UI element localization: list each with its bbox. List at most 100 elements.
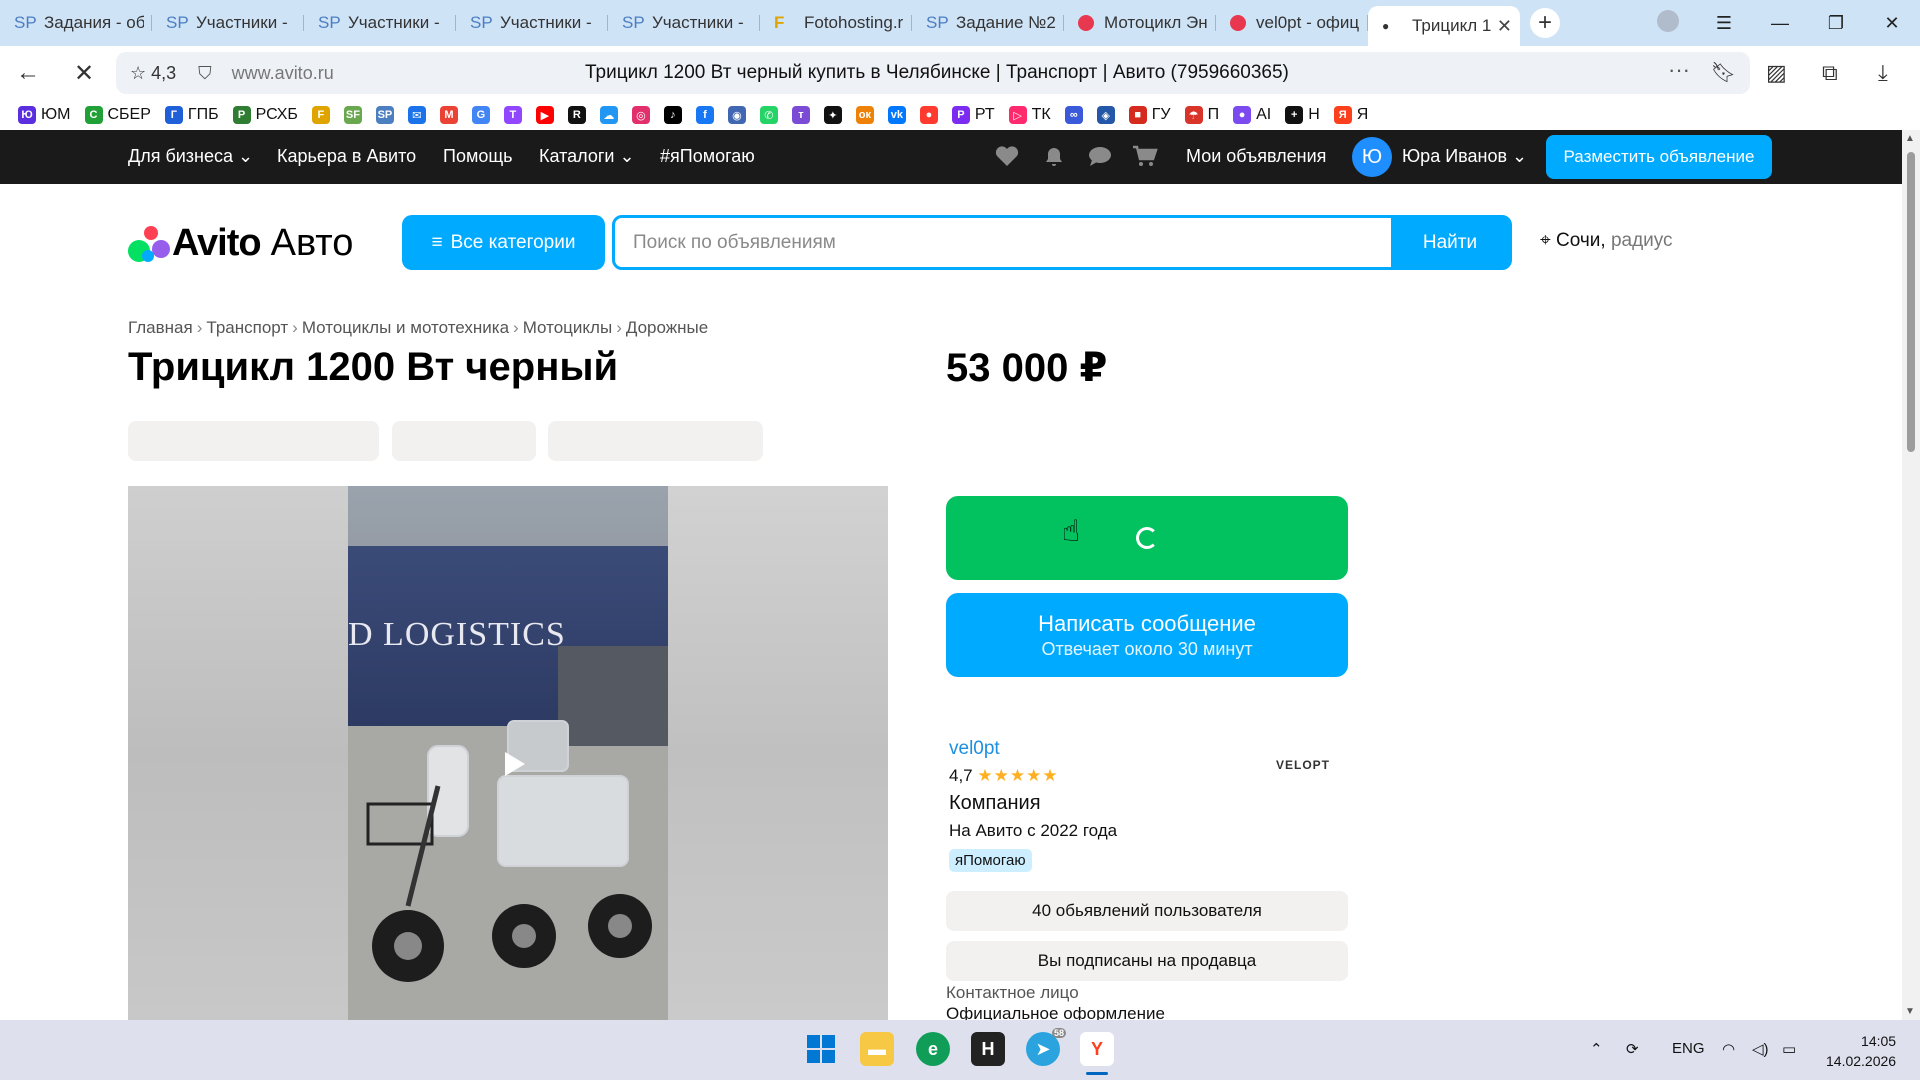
wifi-icon[interactable]: ◠	[1722, 1040, 1735, 1058]
bookmark-item[interactable]: ●	[919, 106, 938, 124]
ihelp-badge[interactable]: яПомогаю	[949, 849, 1032, 872]
seller-name[interactable]: vel0pt	[949, 738, 1117, 760]
browser-tab[interactable]: vel0pt - офиц	[1216, 6, 1368, 40]
bookmark-item[interactable]: ▷ ТК	[1008, 106, 1051, 124]
breadcrumb-item[interactable]: Дорожные	[626, 318, 708, 337]
bookmark-item[interactable]: ЯЯ	[1333, 106, 1368, 124]
seller-logo[interactable]: VELOPT	[1270, 740, 1336, 790]
gallery-icon[interactable]: ▨	[1766, 46, 1787, 100]
location-selector[interactable]: ⌖ Сочи, радиус	[1540, 230, 1673, 252]
bookmark-item[interactable]: ☂ П	[1184, 106, 1219, 124]
system-clock[interactable]: 14:05 14.02.2026	[1826, 1031, 1896, 1071]
post-ad-button[interactable]: Разместить объявление	[1546, 135, 1772, 179]
search-button[interactable]: Найти	[1391, 215, 1509, 270]
bookmark-item[interactable]: ☁	[599, 106, 618, 124]
browser-tab[interactable]: SP Участники -	[608, 6, 760, 40]
bookmark-item[interactable]: F	[311, 106, 330, 124]
avatar[interactable]: Ю	[1352, 137, 1392, 177]
yandex-browser-icon[interactable]: Y	[1080, 1032, 1114, 1066]
windows-start-icon[interactable]	[804, 1032, 838, 1066]
edge-browser-icon[interactable]: e	[916, 1032, 950, 1066]
bookmark-item[interactable]: Г ГПБ	[164, 106, 219, 124]
download-icon[interactable]: ⤓	[1878, 46, 1888, 100]
bookmark-item[interactable]: т	[791, 106, 810, 124]
menu-icon[interactable]: ☰	[1696, 13, 1752, 34]
nav-help[interactable]: Помощь	[443, 146, 513, 167]
scroll-down-arrow-icon[interactable]: ▼	[1905, 1006, 1915, 1017]
battery-icon[interactable]: ▭	[1782, 1040, 1796, 1058]
browser-tab[interactable]: SP Участники -	[152, 6, 304, 40]
bookmark-item[interactable]: ок	[855, 106, 874, 124]
bookmark-item[interactable]: T	[503, 106, 522, 124]
bookmark-icon[interactable]: 🔖︎	[1711, 60, 1736, 85]
bookmark-item[interactable]: ✦	[823, 106, 842, 124]
bookmark-item[interactable]: ■ ГУ	[1128, 106, 1171, 124]
browser-tab[interactable]: SP Задание №2	[912, 6, 1064, 40]
url-domain[interactable]: www.avito.ru	[232, 63, 334, 84]
bookmark-item[interactable]: С СБЕР	[84, 106, 151, 124]
seller-rating[interactable]: 4,7 ★★★★★	[949, 766, 1117, 786]
breadcrumb-item[interactable]: Мотоциклы	[523, 318, 612, 337]
tray-expand-icon[interactable]: ⌃	[1590, 1040, 1603, 1058]
language-indicator[interactable]: ENG	[1672, 1040, 1705, 1057]
restore-button[interactable]: ❐	[1808, 13, 1864, 34]
seller-ads-button[interactable]: 40 обьявлений пользователя	[946, 891, 1348, 931]
bookmark-item[interactable]: P РТ	[951, 106, 995, 124]
bookmark-item[interactable]: ▶	[535, 106, 554, 124]
back-button[interactable]: ←	[0, 59, 56, 87]
page-scrollbar[interactable]: ▲ ▼	[1902, 130, 1920, 1020]
bookmark-item[interactable]: G	[471, 106, 490, 124]
stop-loading-button[interactable]: ✕	[56, 59, 112, 88]
bookmark-item[interactable]: Р РСХБ	[232, 106, 298, 124]
nav-for-business[interactable]: Для бизнеса ⌄	[128, 146, 253, 167]
bookmark-item[interactable]: ♪	[663, 106, 682, 124]
avito-auto-logo[interactable]: Avito Авто	[128, 222, 353, 265]
browser-tab[interactable]: SP Участники -	[304, 6, 456, 40]
breadcrumb-item[interactable]: Мотоциклы и мототехника	[302, 318, 509, 337]
bookmark-item[interactable]: ✆	[759, 106, 778, 124]
new-tab-button[interactable]: +	[1530, 8, 1560, 38]
breadcrumb-item[interactable]: Главная	[128, 318, 193, 337]
extensions-icon[interactable]: ⧉	[1822, 46, 1838, 100]
breadcrumb-item[interactable]: Транспорт	[206, 318, 288, 337]
cart-icon[interactable]	[1132, 144, 1158, 168]
scrollbar-thumb[interactable]	[1907, 152, 1915, 452]
listing-video-preview[interactable]: D LOGISTICS	[348, 486, 668, 1020]
close-tab-icon[interactable]: ✕	[1497, 16, 1512, 37]
bookmark-item[interactable]: ◈	[1096, 106, 1115, 124]
sync-icon[interactable]: ⟳	[1626, 1040, 1639, 1058]
close-window-button[interactable]: ✕	[1864, 13, 1920, 34]
nav-ihelp[interactable]: #яПомогаю	[660, 146, 755, 167]
app-h-icon[interactable]: H	[971, 1032, 1005, 1066]
search-input[interactable]	[633, 230, 1373, 256]
profile-button[interactable]	[1640, 9, 1696, 37]
bookmark-item[interactable]: SP	[375, 106, 394, 124]
file-explorer-icon[interactable]: ▬	[860, 1032, 894, 1066]
bookmark-item[interactable]: ◎	[631, 106, 650, 124]
bookmark-item[interactable]: ● AI	[1233, 106, 1271, 124]
bookmark-item[interactable]: f	[695, 106, 714, 124]
all-categories-button[interactable]: ≡ Все категории	[402, 215, 605, 270]
more-icon[interactable]: ···	[1668, 57, 1690, 83]
bookmark-item[interactable]: ✉	[407, 106, 426, 124]
bookmark-item[interactable]: SF	[343, 106, 362, 124]
messages-icon[interactable]	[1087, 144, 1113, 168]
bookmark-item[interactable]: Ю ЮМ	[18, 106, 71, 124]
shield-icon[interactable]: ⛉	[198, 63, 212, 84]
bookmark-item[interactable]: ∞	[1064, 106, 1083, 124]
browser-tab[interactable]: SP Участники -	[456, 6, 608, 40]
volume-icon[interactable]: ◁)	[1752, 1040, 1769, 1058]
bookmark-item[interactable]: + Н	[1285, 106, 1320, 124]
photo-gallery[interactable]: D LOGISTICS	[128, 486, 888, 1020]
play-icon[interactable]	[505, 752, 525, 776]
omnibox[interactable]: ☆ 4,3 ⛉ www.avito.ru Трицикл 1200 Вт чер…	[116, 52, 1750, 94]
nav-catalogs[interactable]: Каталоги ⌄	[539, 146, 635, 167]
bookmark-item[interactable]: R	[567, 106, 586, 124]
browser-tab-active[interactable]: ● Трицикл 1 ✕	[1368, 6, 1520, 46]
site-rating[interactable]: ☆ 4,3	[130, 63, 176, 84]
bookmark-item[interactable]: ◉	[727, 106, 746, 124]
browser-tab[interactable]: SP Задания - об	[0, 6, 152, 40]
notifications-bell-icon[interactable]	[1041, 144, 1067, 168]
show-phone-button[interactable]	[946, 496, 1348, 580]
telegram-icon[interactable]: ➤ 58	[1026, 1028, 1066, 1066]
